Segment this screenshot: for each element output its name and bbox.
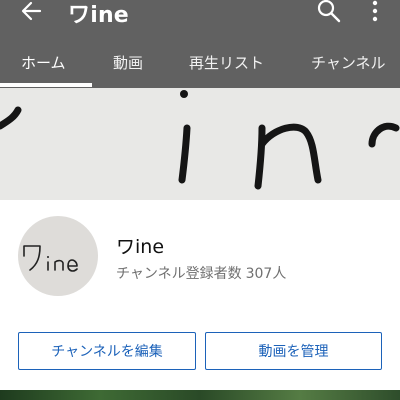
video-thumbnail-strip[interactable] <box>0 390 400 400</box>
avatar-logo-image <box>23 245 78 272</box>
subscriber-label: チャンネル登録者数 <box>116 266 242 282</box>
channel-name: ワine <box>116 236 165 258</box>
back-arrow-icon[interactable] <box>18 0 46 22</box>
active-tab-indicator <box>0 83 92 87</box>
subscriber-number: 307人 <box>245 266 287 282</box>
search-icon[interactable] <box>316 0 342 24</box>
channel-banner <box>0 88 400 200</box>
manage-videos-button[interactable]: 動画を管理 <box>205 332 382 370</box>
edit-channel-button[interactable]: チャンネルを編集 <box>18 332 196 370</box>
tab-channels[interactable]: チャンネル <box>311 52 386 73</box>
app-bar: ワine <box>0 0 400 42</box>
tab-videos[interactable]: 動画 <box>113 52 143 73</box>
tab-home[interactable]: ホーム <box>21 52 66 73</box>
avatar[interactable] <box>18 216 98 296</box>
more-vert-icon[interactable] <box>366 0 384 22</box>
tab-bar: ホーム 動画 再生リスト チャンネル <box>0 42 400 88</box>
banner-logo-image <box>0 90 400 190</box>
channel-info: ワine チャンネル登録者数 307人 チャンネルを編集 動画を管理 <box>0 200 400 390</box>
app-bar-title: ワine <box>68 3 129 28</box>
subscriber-count: チャンネル登録者数 307人 <box>116 263 290 283</box>
tab-playlists[interactable]: 再生リスト <box>189 52 264 73</box>
